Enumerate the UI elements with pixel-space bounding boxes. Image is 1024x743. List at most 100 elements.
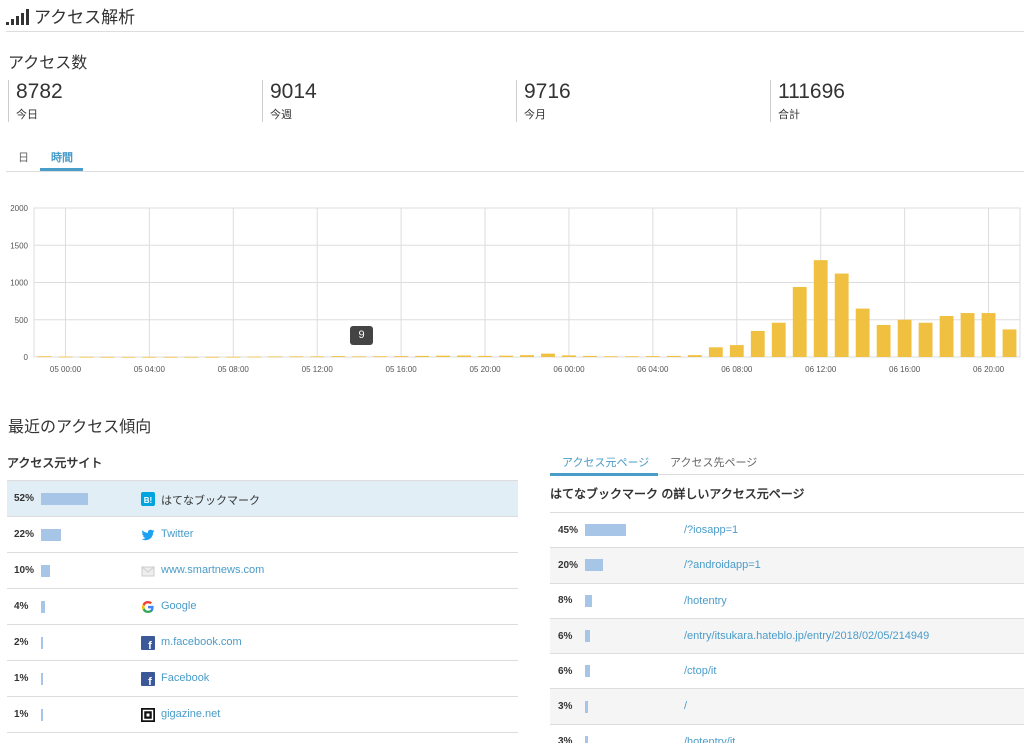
- referrer-bar-track: [41, 564, 141, 577]
- referrer-site-name[interactable]: Twitter: [161, 528, 193, 540]
- page-path-link[interactable]: /hotentry: [684, 595, 727, 607]
- referrer-pages-title: はてなブックマーク の詳しいアクセス元ページ: [550, 475, 1024, 513]
- stat-label: 合計: [778, 109, 800, 121]
- referrer-page-row[interactable]: 3% /hotentry/it: [550, 725, 1024, 743]
- chart-bar: [205, 356, 220, 358]
- page-percent: 20%: [558, 559, 579, 571]
- referrer-site-row[interactable]: 1% f Facebook: [7, 661, 518, 697]
- tab-day[interactable]: 日: [18, 149, 29, 165]
- chart-bar: [750, 330, 765, 357]
- chart-bar: [1002, 329, 1017, 357]
- referrer-bar: [41, 600, 45, 613]
- referrer-site-name[interactable]: Google: [161, 600, 196, 612]
- hourly-access-chart: 0 500 1000 1500 2000 05 00:00 05 04:00 05 08:00…: [10, 204, 1021, 374]
- chart-bar: [37, 356, 52, 358]
- chart-bar: [184, 356, 199, 358]
- page-path-link[interactable]: /entry/itsukara.hateblo.jp/entry/2018/02…: [684, 630, 929, 642]
- referrer-bar-track: [41, 600, 141, 613]
- chart-bar: [792, 286, 807, 357]
- referrer-page-row[interactable]: 8% /hotentry: [550, 584, 1024, 619]
- page-percent: 8%: [558, 595, 573, 607]
- referrer-site-name[interactable]: はてなブックマーク: [161, 492, 260, 508]
- chart-bar: [163, 356, 178, 358]
- referrer-page-row[interactable]: 6% /ctop/it: [550, 654, 1024, 690]
- page-tabs: アクセス元ページ アクセス先ページ: [550, 446, 1024, 476]
- referrer-site-row[interactable]: 2% f m.facebook.com: [7, 625, 518, 661]
- referrer-page-row[interactable]: 3% /: [550, 689, 1024, 725]
- referrer-bar-track: [41, 528, 141, 541]
- referrer-page-row[interactable]: 45% /?iosapp=1: [550, 513, 1024, 549]
- chart-bar: [100, 356, 115, 358]
- page-path-link[interactable]: /: [684, 700, 687, 712]
- chart-bar: [813, 260, 828, 357]
- stat-value: 8782: [16, 80, 63, 103]
- recent-trends-title: 最近のアクセス傾向: [8, 419, 152, 436]
- referrer-site-row[interactable]: 52% B! はてなブックマーク: [7, 481, 518, 517]
- x-tick-label: 05 08:00: [218, 365, 250, 374]
- signal-bars-icon: [6, 8, 29, 25]
- chart-bar: [960, 313, 975, 357]
- referrer-site-name[interactable]: gigazine.net: [161, 708, 220, 720]
- x-tick-label: 06 00:00: [553, 365, 585, 374]
- chart-bar: [918, 322, 933, 357]
- chart-bar: [142, 356, 157, 358]
- referrer-bar: [41, 672, 43, 685]
- page-bar-track: [585, 735, 675, 743]
- chart-bar: [981, 313, 996, 357]
- access-count-title: アクセス数: [8, 55, 88, 72]
- twitter-icon: [141, 528, 155, 542]
- chart-bar: [520, 355, 534, 357]
- chart-bar: [331, 356, 346, 357]
- referrer-site-name[interactable]: www.smartnews.com: [161, 564, 264, 576]
- chart-bar: [603, 356, 618, 358]
- page-path-link[interactable]: /ctop/it: [684, 665, 716, 677]
- page-path-link[interactable]: /?iosapp=1: [684, 524, 738, 536]
- referrer-page-row[interactable]: 20% /?androidapp=1: [550, 548, 1024, 584]
- chart-bar: [771, 322, 786, 357]
- page-bar-track: [585, 559, 675, 572]
- x-tick-label: 05 00:00: [50, 365, 82, 374]
- referrer-page-row[interactable]: 6% /entry/itsukara.hateblo.jp/entry/2018/…: [550, 618, 1024, 655]
- referrer-site-name[interactable]: Facebook: [161, 672, 209, 684]
- stat-week: 9014 今週: [262, 80, 516, 122]
- referrer-site-row[interactable]: 4% Google: [7, 589, 518, 625]
- referrer-site-row[interactable]: 1% gigazine.net: [7, 697, 518, 733]
- referrer-bar-track: [41, 672, 141, 685]
- referrer-site-name[interactable]: m.facebook.com: [161, 636, 242, 648]
- referrer-percent: 4%: [14, 601, 29, 612]
- svg-text:f: f: [148, 640, 152, 650]
- chart-bar: [541, 353, 555, 357]
- chart-bar: [499, 355, 513, 357]
- referrer-site-row[interactable]: 10% www.smartnews.com: [7, 553, 518, 589]
- page-path-link[interactable]: /hotentry/it: [684, 736, 735, 743]
- page-bar-track: [585, 630, 675, 643]
- chart-bar: [624, 356, 639, 358]
- chart-bar: [708, 347, 723, 357]
- x-tick-label: 06 08:00: [721, 365, 753, 374]
- referrer-sites-title: アクセス元サイト: [7, 448, 518, 481]
- referrer-percent: 1%: [14, 709, 29, 720]
- referrer-site-row[interactable]: 22% Twitter: [7, 517, 518, 553]
- x-tick-label: 05 12:00: [302, 365, 334, 374]
- y-tick-label: 2000: [10, 204, 28, 213]
- chart-bar: [310, 356, 325, 358]
- page-percent: 45%: [558, 524, 579, 536]
- referrer-bar-track: [41, 708, 141, 721]
- chart-bar: [79, 356, 94, 358]
- chart-bar: [855, 308, 870, 357]
- referrer-percent: 2%: [14, 637, 29, 648]
- smartnews-icon: [141, 564, 155, 578]
- tab-destination-pages[interactable]: アクセス先ページ: [670, 454, 757, 470]
- tab-hour[interactable]: 時間: [51, 149, 73, 165]
- referrer-percent: 22%: [14, 529, 35, 540]
- chart-bar: [289, 356, 304, 358]
- chart-bar: [562, 355, 576, 357]
- chart-bar: [247, 356, 262, 358]
- page-header: アクセス解析: [6, 0, 1024, 32]
- y-tick-label: 0: [24, 353, 29, 362]
- referrer-pages-panel: アクセス元ページ アクセス先ページ はてなブックマーク の詳しいアクセス元ページ…: [550, 446, 1024, 743]
- y-tick-label: 500: [15, 316, 29, 325]
- tab-referrer-pages[interactable]: アクセス元ページ: [562, 454, 649, 470]
- chart-bar: [645, 356, 660, 357]
- page-path-link[interactable]: /?androidapp=1: [684, 559, 761, 571]
